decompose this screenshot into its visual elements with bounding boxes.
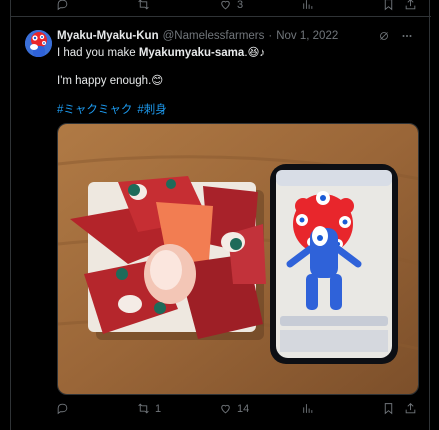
reply-button[interactable] xyxy=(56,402,74,415)
views-icon xyxy=(303,0,313,9)
like-icon xyxy=(221,0,230,10)
retweet-icon xyxy=(138,0,149,10)
like-count: 14 xyxy=(237,402,250,415)
tweet-text-prefix: I had you make xyxy=(57,47,139,59)
tweet-emoji-1: 😆♪ xyxy=(247,47,266,59)
share-button[interactable] xyxy=(404,402,417,415)
hashtag-link[interactable]: #刺身 xyxy=(137,101,166,117)
retweet-button[interactable]: 1 xyxy=(137,402,161,415)
tweet-header: Myaku-Myaku-Kun @Namelessfarmers · Nov 1… xyxy=(57,30,338,42)
tweet-emoji-2: 😊 xyxy=(151,75,164,87)
hashtags: #ミャクミャク #刺身 xyxy=(57,101,167,117)
reply-icon xyxy=(57,0,68,11)
avatar-image xyxy=(25,30,52,57)
views-icon xyxy=(303,404,313,413)
like-icon xyxy=(221,404,230,414)
tweet-date[interactable]: Nov 1, 2022 xyxy=(276,30,338,42)
tweet-text-2: I'm happy enough. xyxy=(57,75,152,87)
tweet-actions: 1 14 xyxy=(11,400,431,418)
tweet-text-line-1: I had you make Myakumyaku-sama.😆♪ xyxy=(57,45,265,59)
reply-icon xyxy=(57,403,68,415)
tweet-top-actions xyxy=(378,30,413,42)
previous-tweet-actions: 3 xyxy=(11,0,431,14)
bookmark-icon xyxy=(384,0,393,11)
photo-image xyxy=(58,124,418,394)
share-icon xyxy=(405,0,416,10)
like-button[interactable]: 3 xyxy=(219,0,243,11)
retweet-count: 1 xyxy=(155,402,162,415)
reply-button[interactable] xyxy=(56,0,69,11)
retweet-button[interactable] xyxy=(137,0,155,11)
bookmark-icon xyxy=(384,403,393,415)
header-separator: · xyxy=(268,30,273,42)
like-button[interactable]: 14 xyxy=(219,402,249,415)
tweet-text-line-2: I'm happy enough.😊 xyxy=(57,73,163,87)
like-count: 3 xyxy=(237,0,244,11)
grok-icon[interactable] xyxy=(378,30,390,42)
timeline-column: 3 Myaku-Myaku-Kun @Namelessfarmers · Nov… xyxy=(10,0,431,430)
bookmark-button[interactable] xyxy=(382,0,395,11)
hashtag-link[interactable]: #ミャクミャク xyxy=(57,101,132,117)
bookmark-button[interactable] xyxy=(382,402,395,415)
avatar[interactable] xyxy=(25,30,52,57)
retweet-icon xyxy=(138,403,149,414)
display-name[interactable]: Myaku-Myaku-Kun xyxy=(57,30,159,42)
share-icon xyxy=(405,402,416,414)
user-handle[interactable]: @Namelessfarmers xyxy=(163,30,265,42)
views-button[interactable] xyxy=(301,0,314,11)
tweet-photo[interactable] xyxy=(57,123,419,395)
tweet-divider xyxy=(11,16,431,17)
more-icon[interactable] xyxy=(401,30,413,42)
tweet-text-bold: Myakumyaku-sama xyxy=(138,47,245,59)
views-button[interactable] xyxy=(301,402,319,415)
share-button[interactable] xyxy=(404,0,417,11)
